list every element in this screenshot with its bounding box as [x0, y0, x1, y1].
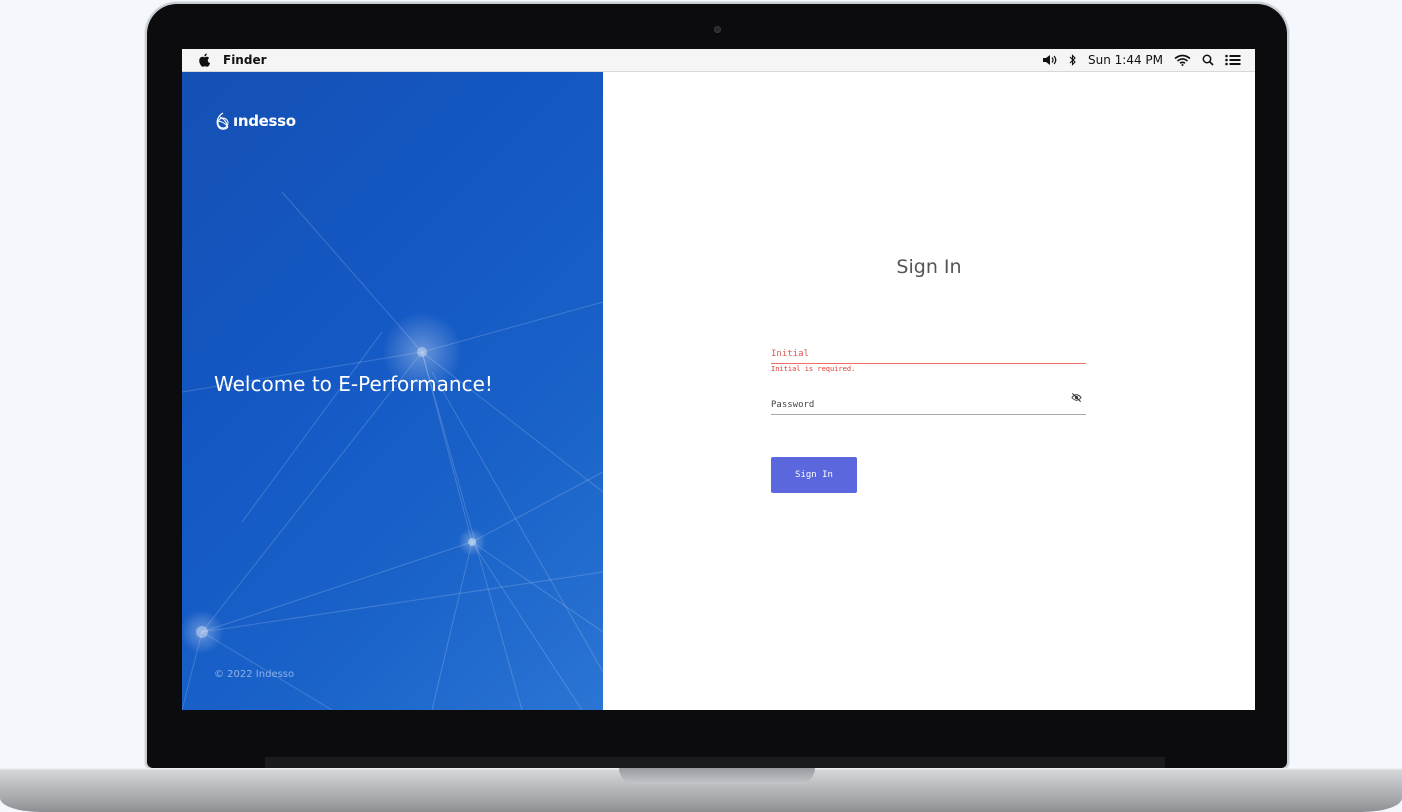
webcam — [714, 26, 721, 33]
bluetooth-icon[interactable] — [1069, 54, 1077, 66]
active-app-name[interactable]: Finder — [223, 53, 267, 67]
screen: Finder Sun 1:44 PM ındesso Welcome to E-… — [182, 49, 1255, 710]
signin-panel: Sign In Initial is required. Sign In — [603, 72, 1255, 710]
wifi-icon[interactable] — [1174, 54, 1191, 66]
status-menus: Sun 1:44 PM — [1042, 53, 1241, 67]
initial-input[interactable] — [771, 349, 1086, 364]
menu-clock[interactable]: Sun 1:44 PM — [1088, 53, 1163, 67]
indesso-leaf-icon — [216, 112, 229, 130]
volume-icon[interactable] — [1042, 54, 1058, 66]
sign-in-button[interactable]: Sign In — [771, 457, 857, 493]
spotlight-search-icon[interactable] — [1202, 54, 1214, 66]
apple-icon[interactable] — [198, 53, 210, 67]
brand-panel: ındesso Welcome to E-Performance! © 2022… — [182, 72, 603, 710]
password-field — [771, 392, 1086, 415]
signin-title: Sign In — [896, 256, 962, 278]
welcome-heading: Welcome to E-Performance! — [214, 372, 493, 396]
indesso-logo: ındesso — [214, 111, 296, 131]
initial-error-message: Initial is required. — [771, 365, 856, 373]
eye-off-icon[interactable] — [1071, 392, 1082, 403]
initial-field — [771, 341, 1086, 364]
menu-bar: Finder Sun 1:44 PM — [182, 49, 1255, 72]
password-input[interactable] — [771, 400, 1086, 415]
notification-center-icon[interactable] — [1225, 54, 1241, 66]
copyright-text: © 2022 Indesso — [214, 669, 295, 680]
logo-wordmark: ındesso — [233, 112, 296, 130]
laptop-notch — [619, 768, 815, 784]
